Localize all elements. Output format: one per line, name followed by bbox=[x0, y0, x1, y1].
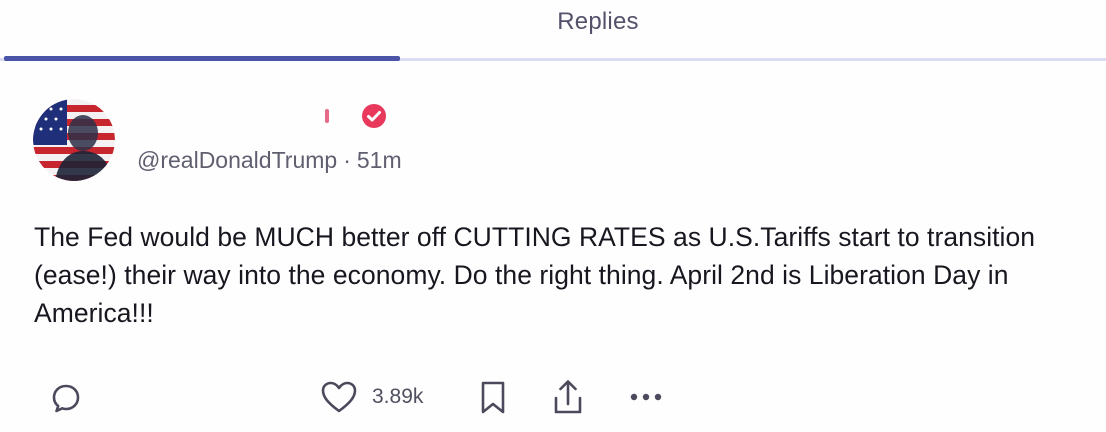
bookmark-icon bbox=[481, 381, 505, 414]
display-name-mark bbox=[325, 109, 329, 123]
reply-icon bbox=[52, 384, 80, 413]
user-handle[interactable]: @realDonaldTrump bbox=[137, 147, 337, 173]
post-body: The Fed would be MUCH better off CUTTING… bbox=[34, 222, 1036, 328]
share-button[interactable] bbox=[552, 378, 584, 416]
meta-separator: · bbox=[343, 147, 351, 173]
like-count: 3.89k bbox=[372, 385, 424, 408]
post-time[interactable]: 51m bbox=[357, 147, 402, 173]
more-icon bbox=[630, 393, 662, 401]
reply-button[interactable] bbox=[50, 382, 82, 414]
active-tab-indicator bbox=[4, 56, 400, 61]
heart-icon bbox=[321, 381, 357, 413]
share-icon bbox=[554, 380, 582, 414]
tab-replies[interactable]: Replies bbox=[528, 8, 668, 36]
tab-bar: Replies bbox=[0, 0, 1106, 62]
truth-post-page: Replies @realDonaldTrump · 51m The Fed w… bbox=[0, 0, 1106, 432]
post-meta: @realDonaldTrump · 51m bbox=[137, 147, 402, 174]
bookmark-button[interactable] bbox=[479, 380, 507, 416]
avatar[interactable] bbox=[33, 99, 115, 181]
avatar-image bbox=[33, 99, 115, 181]
verified-icon bbox=[362, 104, 386, 128]
more-button[interactable] bbox=[628, 392, 668, 402]
like-button[interactable]: 3.89k bbox=[320, 380, 423, 414]
action-bar: 3.89k bbox=[0, 372, 1106, 422]
